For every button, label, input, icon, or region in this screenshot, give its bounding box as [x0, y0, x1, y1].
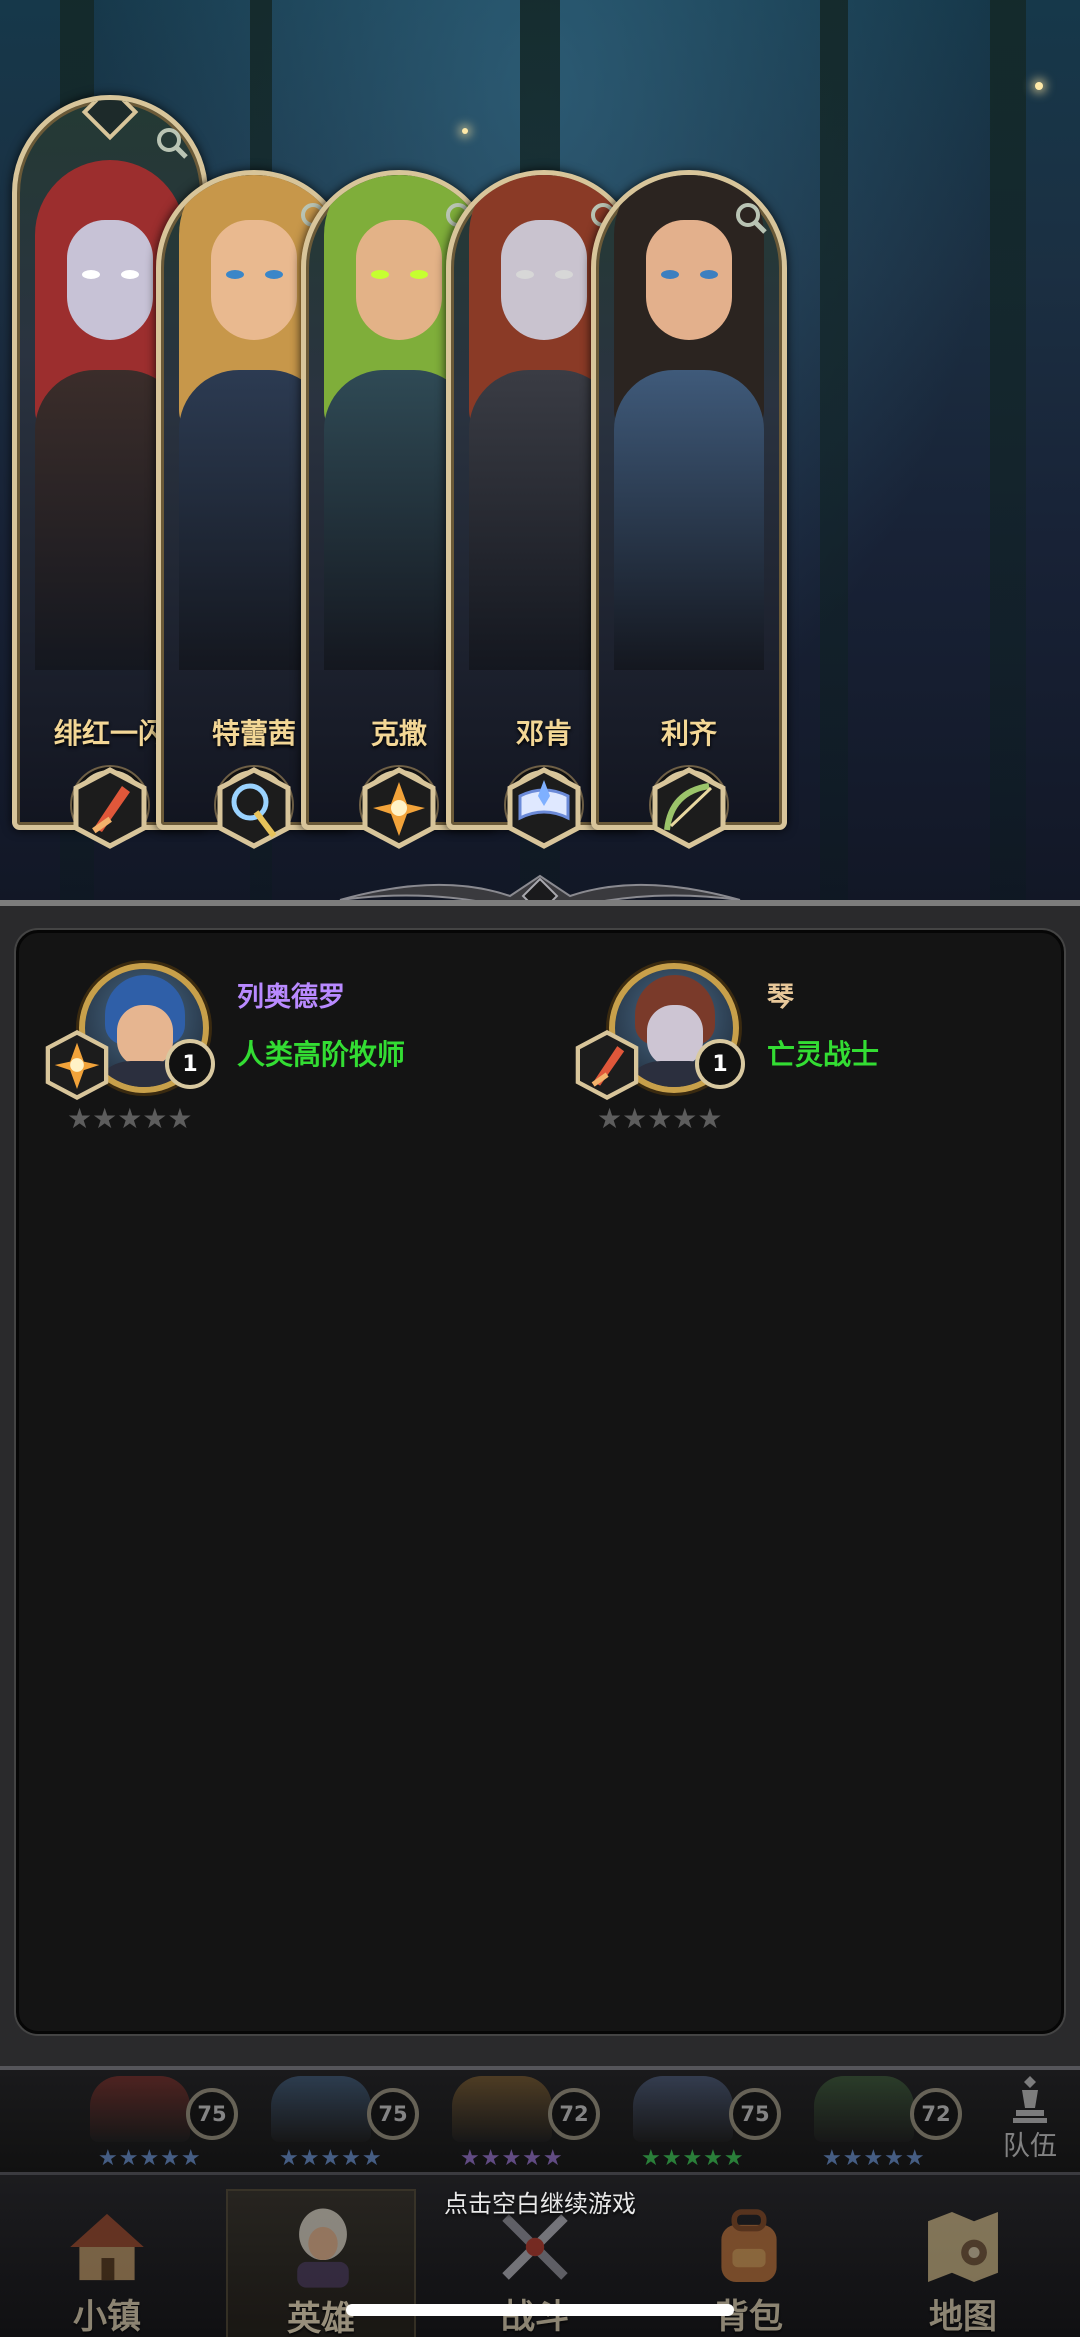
hero-level: 75	[729, 2088, 781, 2140]
spellbook-class-icon	[506, 766, 582, 850]
hero-class: 人类高阶牧师	[237, 1038, 406, 1071]
hero-name: 利齐	[660, 717, 717, 750]
bow-class-icon	[651, 766, 727, 850]
avatar	[452, 2076, 552, 2142]
hero-level: 72	[548, 2088, 600, 2140]
hero-portrait	[614, 175, 764, 670]
arch-ornament	[81, 100, 139, 141]
forest-tree	[990, 0, 1026, 900]
avatar	[271, 2076, 371, 2142]
star-icon: ★★★★★	[67, 1102, 193, 1135]
holy-star-class-icon	[41, 1029, 113, 1101]
star-rating: ★★★★★	[641, 2146, 745, 2171]
team-button-label: 队伍	[1003, 2131, 1057, 2162]
firefly	[462, 128, 468, 134]
star-rating: ★★★★★	[98, 2146, 202, 2171]
nav-label: 小镇	[73, 2297, 141, 2337]
avatar	[814, 2076, 914, 2142]
hero-level: 72	[910, 2088, 962, 2140]
hero-level: 75	[367, 2088, 419, 2140]
sword-class-icon	[72, 766, 148, 850]
forest-tree	[820, 0, 848, 900]
star-rating: ★★★★★	[597, 1103, 757, 1135]
star-rating: ★★★★★	[279, 2146, 383, 2171]
avatar	[633, 2076, 733, 2142]
magnify-icon[interactable]	[155, 126, 189, 160]
divider-ornament	[339, 874, 741, 905]
continue-hint[interactable]: 点击空白继续游戏	[0, 2184, 1080, 2219]
roster-panel[interactable]: 1 ★★★★★ 列奥德罗人类高阶牧师 1 ★★★★★ 琴亡灵战士	[16, 930, 1064, 2034]
sword-class-icon	[571, 1029, 643, 1101]
team-button[interactable]: 队伍	[990, 2072, 1070, 2168]
hero-name: 列奥德罗	[237, 982, 345, 1013]
home-indicator[interactable]	[346, 2304, 734, 2316]
orb-staff-class-icon	[216, 766, 292, 850]
firefly	[1035, 82, 1043, 90]
hero-showcase: 绯红一闪75特蕾茜75克撒72邓肯75利齐72	[0, 0, 1080, 905]
chess-piece-icon	[1013, 2076, 1047, 2123]
hero-level: 1	[165, 1039, 215, 1089]
star-rating: ★★★★★	[460, 2146, 564, 2171]
roster-entry[interactable]: 1 ★★★★★ 列奥德罗人类高阶牧师	[39, 963, 519, 1163]
lineup-slot[interactable]: 75 ★★★★★	[271, 2076, 431, 2172]
hero-level: 1	[695, 1039, 745, 1089]
lineup-strip: 75 ★★★★★ 75 ★★★★★ 72 ★★★★★ 75 ★★★★★ 72 ★★★★★	[0, 2066, 1080, 2172]
hero-class: 亡灵战士	[767, 1038, 880, 1071]
hero-name: 琴	[767, 982, 794, 1013]
holy-star-class-icon	[361, 766, 437, 850]
roster-entry[interactable]: 1 ★★★★★ 琴亡灵战士	[569, 963, 1049, 1163]
lineup-slot[interactable]: 75 ★★★★★	[633, 2076, 793, 2172]
lineup-slot[interactable]: 72 ★★★★★	[452, 2076, 612, 2172]
star-rating: ★★★★★	[822, 2146, 926, 2171]
star-rating: ★★★★★	[67, 1103, 227, 1135]
lineup-slot[interactable]: 75 ★★★★★	[90, 2076, 250, 2172]
star-icon: ★★★★★	[597, 1102, 723, 1135]
magnify-icon[interactable]	[734, 201, 768, 235]
nav-label: 地图	[929, 2297, 997, 2337]
lineup-slot[interactable]: 72 ★★★★★	[814, 2076, 974, 2172]
hero-card[interactable]: 利齐72	[591, 170, 787, 830]
hero-level: 75	[186, 2088, 238, 2140]
avatar	[90, 2076, 190, 2142]
